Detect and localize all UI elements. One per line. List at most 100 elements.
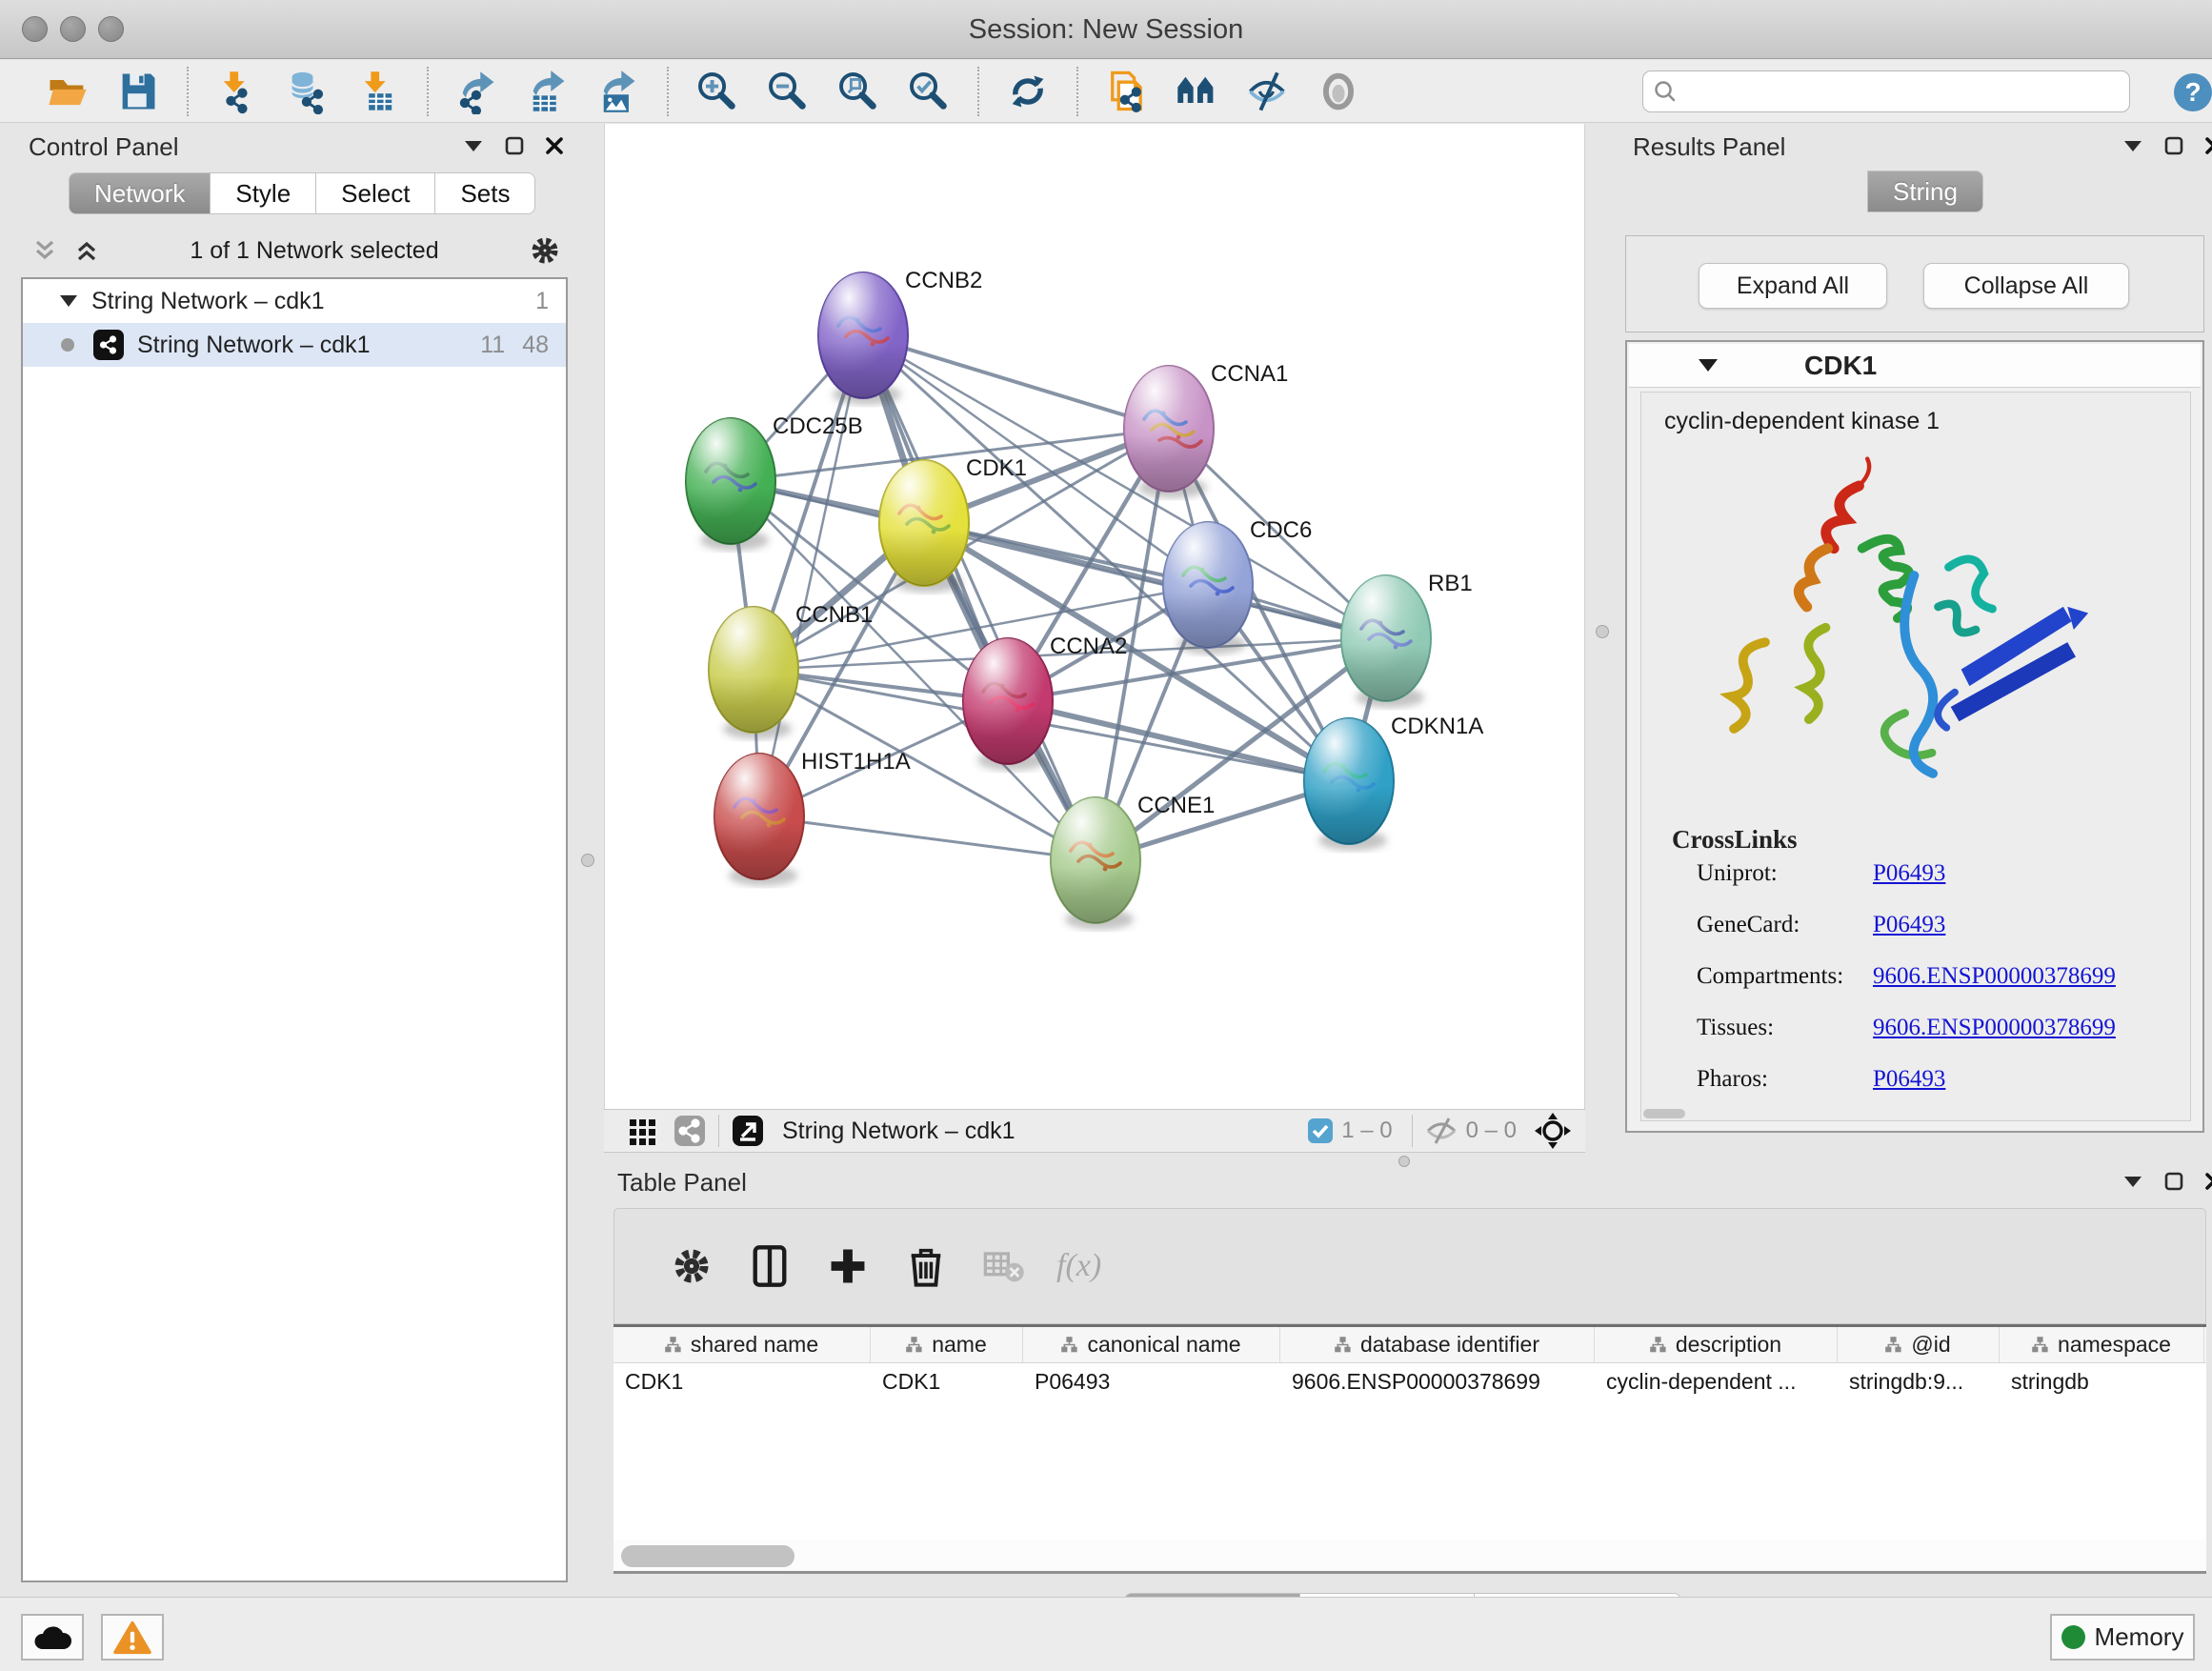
save-session-button[interactable] [109, 65, 168, 118]
column-header-namespace[interactable]: namespace [2000, 1327, 2204, 1362]
import-table-button[interactable] [349, 65, 408, 118]
first-neighbors-button[interactable] [1168, 65, 1227, 118]
close-panel-icon[interactable] [2204, 136, 2212, 155]
tab-style[interactable]: Style [211, 172, 316, 214]
tab-network[interactable]: Network [69, 172, 211, 214]
grid-view-icon[interactable] [627, 1115, 659, 1147]
column-sort-icon[interactable] [1061, 1337, 1077, 1353]
column-sort-icon[interactable] [1885, 1337, 1901, 1353]
column-header-shared-name[interactable]: shared name [613, 1327, 871, 1362]
import-network-button[interactable] [208, 65, 267, 118]
maximize-panel-icon[interactable] [2164, 1172, 2183, 1191]
zoom-out-button[interactable] [758, 65, 817, 118]
table-cell[interactable]: P06493 [1023, 1363, 1280, 1399]
birds-eye-view-icon[interactable] [673, 1114, 707, 1148]
maximize-panel-icon[interactable] [2164, 136, 2183, 155]
export-image-button[interactable] [589, 65, 648, 118]
open-in-window-icon[interactable] [731, 1114, 765, 1148]
column-header-database-identifier[interactable]: database identifier [1280, 1327, 1595, 1362]
collection-expanded-triangle-icon[interactable] [59, 293, 78, 309]
network-node-CDC6[interactable]: CDC6 [1163, 517, 1312, 654]
delete-table-button[interactable] [975, 1239, 1034, 1293]
search-field[interactable] [1642, 70, 2130, 112]
network-canvas[interactable]: CCNB2CCNA1CDC25BCDK1CDC6RB1CCNB1CCNA2CDK… [604, 124, 1585, 1109]
network-collection-row[interactable]: String Network – cdk1 1 [23, 279, 566, 323]
section-expanded-triangle-icon[interactable] [1698, 357, 1719, 373]
crosslink-link[interactable]: 9606.ENSP00000378699 [1873, 963, 2116, 990]
import-database-button[interactable] [278, 65, 337, 118]
tab-sets[interactable]: Sets [435, 172, 535, 214]
apply-layout-button[interactable] [998, 65, 1057, 118]
crosslink-link[interactable]: 9606.ENSP00000378699 [1873, 1015, 2116, 1041]
column-sort-icon[interactable] [1335, 1337, 1351, 1353]
selected-checkbox-icon[interactable] [1307, 1117, 1334, 1144]
network-edge-CDK1-RB1[interactable] [924, 523, 1386, 638]
results-hscroll-thumb[interactable] [1643, 1109, 1685, 1118]
float-panel-icon[interactable] [463, 138, 484, 153]
cloud-status-button[interactable] [21, 1614, 84, 1661]
network-edge-CCNB2-CCNA1[interactable] [863, 335, 1169, 429]
zoom-in-button[interactable] [688, 65, 747, 118]
network-edge-CCNB2-HIST1H1A[interactable] [759, 335, 863, 816]
table-cell[interactable]: CDK1 [871, 1363, 1023, 1399]
network-edge-HIST1H1A-CCNE1[interactable] [759, 816, 1096, 860]
hidden-eye-icon[interactable] [1424, 1117, 1458, 1145]
table-row[interactable]: CDK1CDK1P064939606.ENSP00000378699cyclin… [613, 1363, 2206, 1399]
tab-select[interactable]: Select [316, 172, 435, 214]
left-splitter-handle[interactable] [581, 854, 594, 867]
zoom-fit-button[interactable] [829, 65, 888, 118]
fit-content-crosshair-icon[interactable] [1534, 1112, 1572, 1150]
float-panel-icon[interactable] [2122, 1174, 2143, 1189]
column-header-description[interactable]: description [1595, 1327, 1838, 1362]
export-network-button[interactable] [448, 65, 507, 118]
crosslink-link[interactable]: P06493 [1873, 912, 1945, 938]
float-panel-icon[interactable] [2122, 138, 2143, 153]
crosslink-link[interactable]: P06493 [1873, 860, 1945, 887]
memory-button[interactable]: Memory [2050, 1614, 2195, 1661]
search-input[interactable] [1678, 78, 2097, 105]
new-network-from-selection-button[interactable] [1097, 65, 1156, 118]
expand-all-button[interactable]: Expand All [1699, 263, 1887, 309]
warnings-button[interactable] [101, 1614, 164, 1661]
gene-section-header[interactable]: CDK1 [1629, 344, 2201, 388]
column-header-canonical-name[interactable]: canonical name [1023, 1327, 1280, 1362]
network-node-HIST1H1A[interactable]: HIST1H1A [714, 749, 911, 886]
function-builder-button[interactable]: f(x) [1056, 1248, 1101, 1284]
network-node-CDKN1A[interactable]: CDKN1A [1304, 714, 1483, 851]
show-columns-button[interactable] [740, 1239, 799, 1293]
network-node-CCNB2[interactable]: CCNB2 [818, 268, 982, 405]
close-panel-icon[interactable] [545, 136, 564, 155]
network-node-CDC25B[interactable]: CDC25B [686, 413, 863, 551]
show-all-button[interactable] [1309, 65, 1368, 118]
column-header--id[interactable]: @id [1838, 1327, 2000, 1362]
table-cell[interactable]: cyclin-dependent ... [1595, 1363, 1838, 1399]
table-cell[interactable]: CDK1 [613, 1363, 871, 1399]
expand-all-chevron-icon[interactable] [30, 236, 59, 265]
network-node-CCNE1[interactable]: CCNE1 [1051, 793, 1215, 930]
table-cell[interactable]: stringdb [2000, 1363, 2204, 1399]
network-node-CCNB1[interactable]: CCNB1 [709, 602, 873, 739]
maximize-panel-icon[interactable] [505, 136, 524, 155]
collapse-all-chevron-icon[interactable] [72, 236, 101, 265]
network-node-RB1[interactable]: RB1 [1341, 571, 1473, 708]
export-table-button[interactable] [518, 65, 577, 118]
column-sort-icon[interactable] [906, 1337, 922, 1353]
delete-column-button[interactable] [896, 1239, 955, 1293]
network-node-CCNA1[interactable]: CCNA1 [1124, 361, 1288, 498]
open-file-button[interactable] [38, 65, 97, 118]
table-cell[interactable]: stringdb:9... [1838, 1363, 2000, 1399]
network-options-gear-icon[interactable] [528, 233, 562, 268]
column-sort-icon[interactable] [1650, 1337, 1666, 1353]
hide-selection-button[interactable] [1238, 65, 1297, 118]
table-hscrollbar[interactable] [613, 1540, 2206, 1574]
column-sort-icon[interactable] [665, 1337, 681, 1353]
tab-string[interactable]: String [1867, 171, 1983, 212]
table-cell[interactable]: 9606.ENSP00000378699 [1280, 1363, 1595, 1399]
close-panel-icon[interactable] [2204, 1172, 2212, 1191]
column-header-name[interactable]: name [871, 1327, 1023, 1362]
right-splitter-handle[interactable] [1596, 625, 1609, 638]
column-sort-icon[interactable] [2032, 1337, 2048, 1353]
table-settings-button[interactable] [662, 1239, 721, 1293]
network-edge-CCNB2-CCNE1[interactable] [863, 335, 1096, 860]
add-column-button[interactable] [818, 1239, 877, 1293]
